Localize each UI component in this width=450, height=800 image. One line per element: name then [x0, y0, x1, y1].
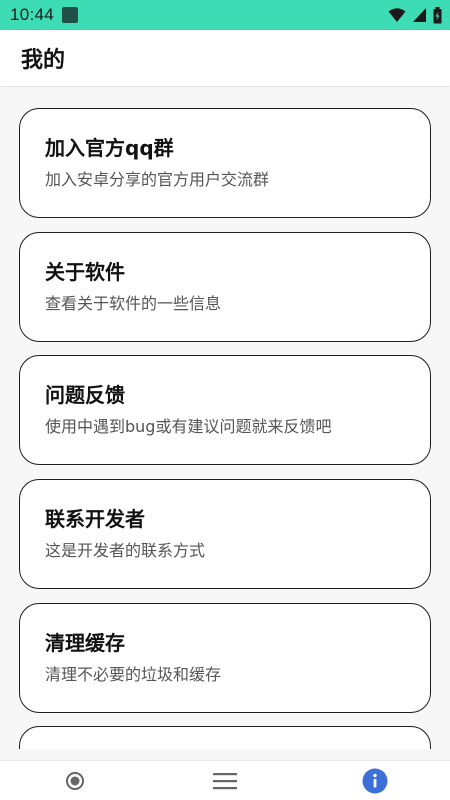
notification-icon — [62, 7, 79, 23]
card-title: 清理缓存 — [45, 631, 125, 655]
status-bar: 10:44 — [0, 0, 450, 30]
card-title: 关于软件 — [45, 260, 125, 284]
bottom-navigation — [0, 760, 450, 800]
card-subtitle: 这是开发者的联系方式 — [45, 541, 206, 560]
card-about-app[interactable]: 关于软件 查看关于软件的一些信息 — [19, 232, 431, 342]
card-subtitle: 查看关于软件的一些信息 — [45, 294, 222, 313]
nav-item-home[interactable] — [0, 761, 150, 800]
card-title: 问题反馈 — [45, 383, 125, 407]
nav-item-mine[interactable] — [300, 761, 450, 800]
app-bar: 我的 — [0, 30, 450, 86]
card-subtitle: 加入安卓分享的官方用户交流群 — [45, 170, 270, 189]
status-indicators — [388, 6, 442, 24]
status-time: 10:44 — [10, 5, 55, 24]
info-icon — [362, 768, 388, 793]
card-feedback[interactable]: 问题反馈 使用中遇到bug或有建议问题就来反馈吧 — [19, 355, 431, 465]
menu-icon — [213, 772, 237, 789]
card-partial[interactable] — [19, 726, 431, 749]
wifi-icon — [388, 8, 406, 22]
card-clear-cache[interactable]: 清理缓存 清理不必要的垃圾和缓存 — [19, 603, 431, 713]
nav-item-menu[interactable] — [150, 761, 300, 800]
card-join-qq-group[interactable]: 加入官方qq群 加入安卓分享的官方用户交流群 — [19, 108, 431, 218]
card-subtitle: 使用中遇到bug或有建议问题就来反馈吧 — [45, 417, 332, 436]
card-contact-developer[interactable]: 联系开发者 这是开发者的联系方式 — [19, 479, 431, 589]
card-subtitle: 清理不必要的垃圾和缓存 — [45, 665, 222, 684]
card-title: 加入官方qq群 — [45, 136, 174, 160]
radio-circle-icon — [66, 771, 84, 790]
battery-icon — [433, 6, 442, 23]
card-title: 联系开发者 — [45, 507, 145, 531]
settings-list[interactable]: 加入官方qq群 加入安卓分享的官方用户交流群 关于软件 查看关于软件的一些信息 … — [0, 87, 450, 749]
signal-icon — [413, 8, 426, 22]
page-title: 我的 — [21, 48, 66, 73]
